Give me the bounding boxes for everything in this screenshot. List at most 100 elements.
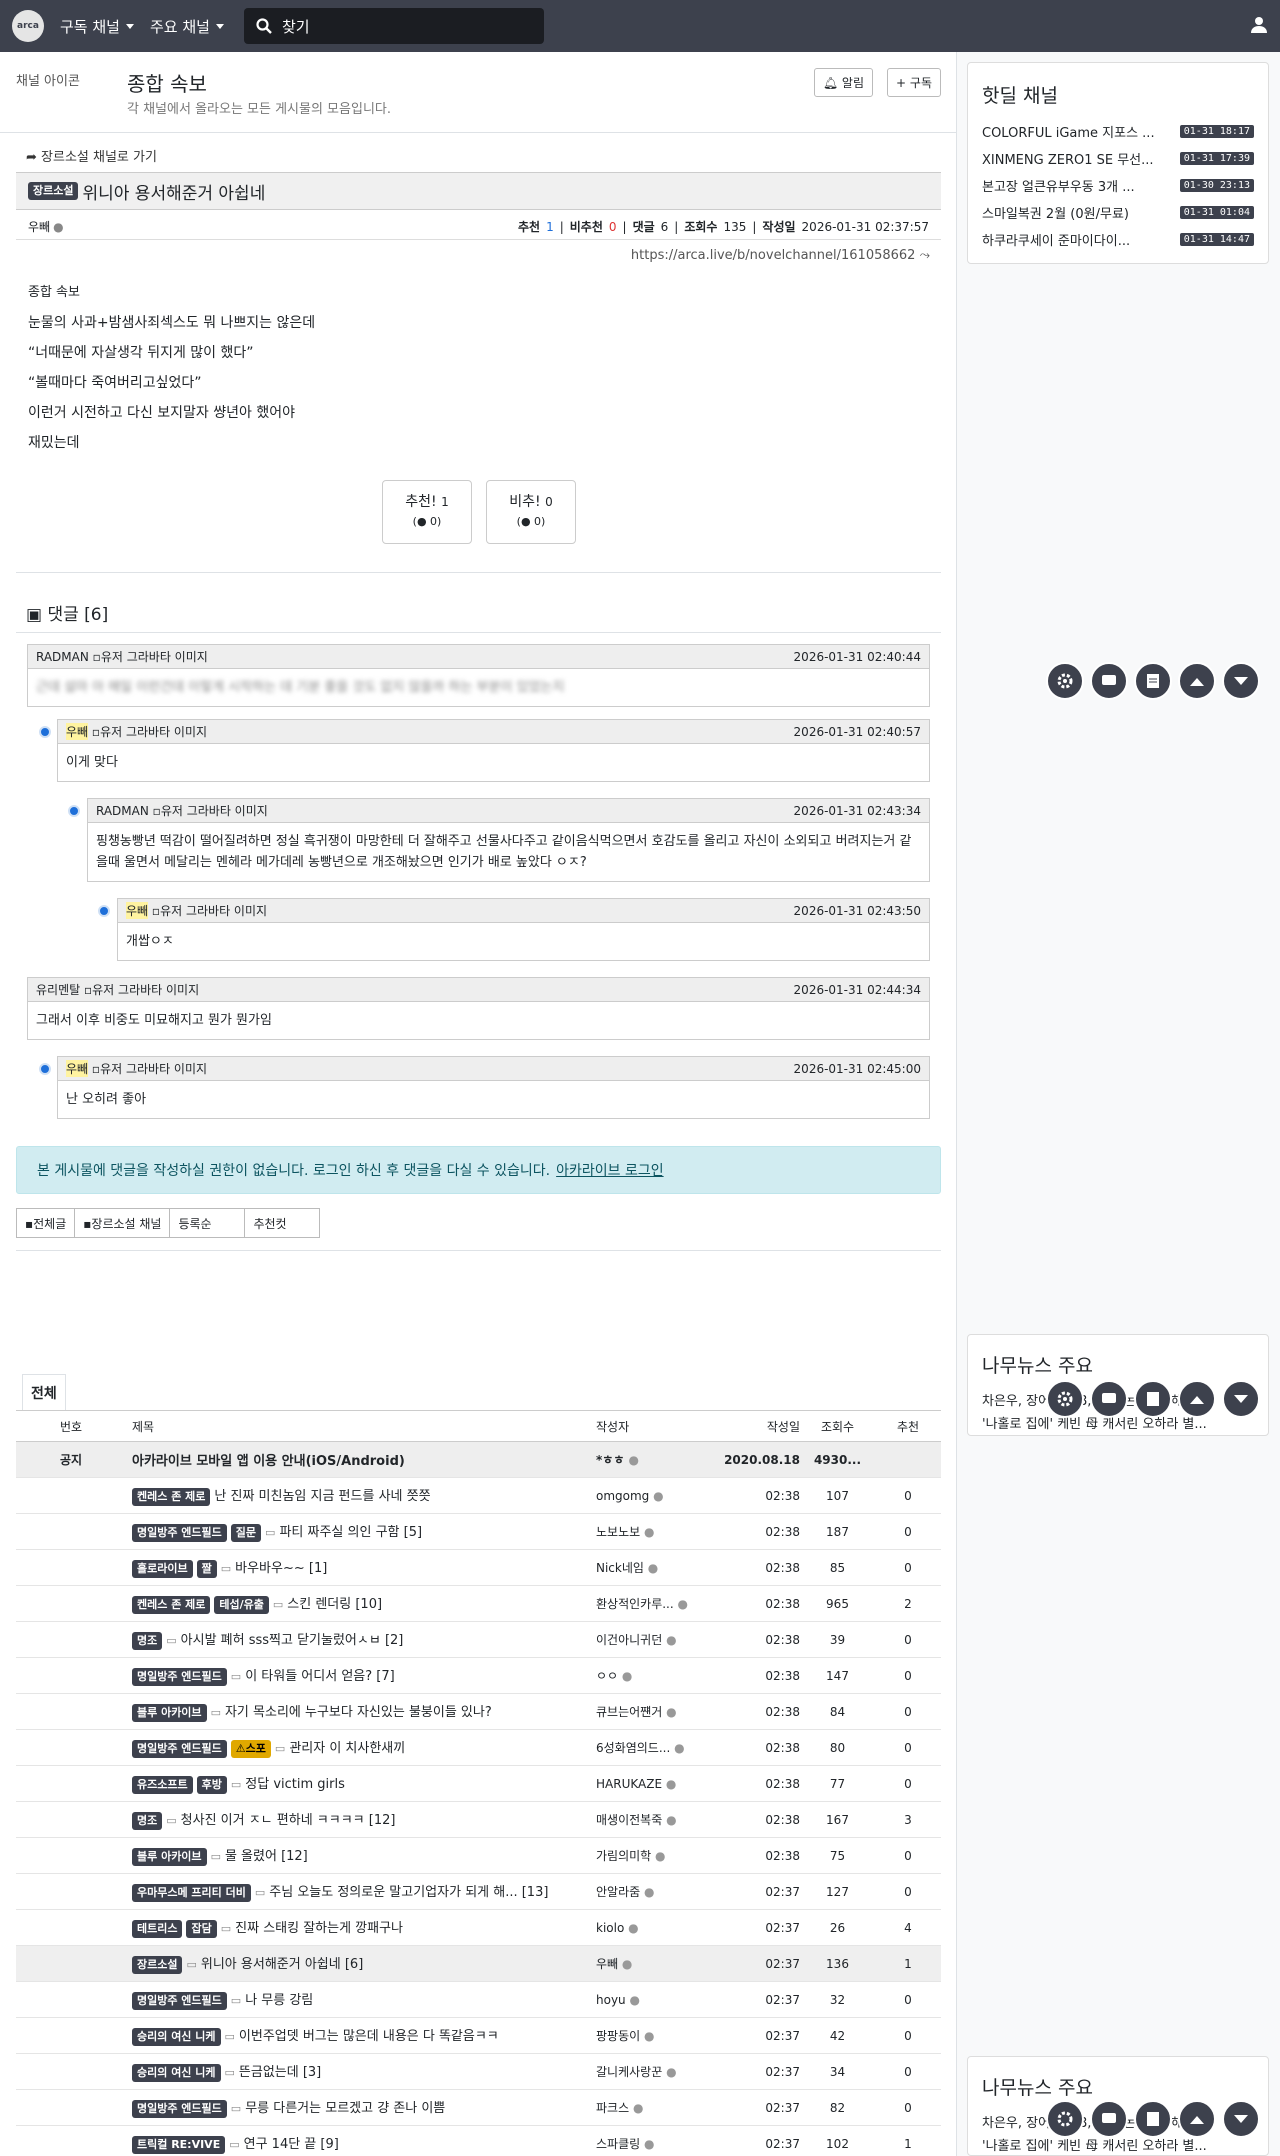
filter-all[interactable]: ▪전체글: [16, 1208, 76, 1238]
filter-channel[interactable]: ▪장르소설 채널: [74, 1208, 171, 1238]
comment-author[interactable]: 우빼: [66, 723, 89, 740]
post-url[interactable]: https://arca.live/b/novelchannel/1610586…: [631, 248, 930, 263]
row-title[interactable]: 우마무스메 프리티 더비 ▭ 주님 오늘도 정의로운 말고기업자가 되게 해... …: [126, 1881, 596, 1902]
row-title[interactable]: 블루 아카이브 ▭ 자기 목소리에 누구보다 자신있는 불붕이들 있나?: [126, 1701, 596, 1722]
row-title[interactable]: 유즈소프트 후방 ▭ 정답 victim girls: [126, 1773, 596, 1794]
hotdeal-item[interactable]: XINMENG ZERO1 SE 무선... 01-31 17:39: [968, 145, 1268, 172]
tab-all[interactable]: 전체: [22, 1374, 66, 1411]
hotdeal-item[interactable]: 스마일복권 2월 (0원/무료) 01-31 01:04: [968, 199, 1268, 226]
post-category-badge[interactable]: 장르소설: [28, 182, 79, 200]
row-title[interactable]: 명조 ▭ 아시발 폐허 sss찍고 닫기눌렀어ㅅㅂ [2]: [126, 1629, 596, 1650]
row-title[interactable]: 아카라이브 모바일 앱 이용 안내(iOS/Android): [126, 1450, 596, 1469]
hotdeal-item[interactable]: 본고장 얼큰유부우동 3개 ... 01-30 23:13: [968, 172, 1268, 199]
category-badge[interactable]: 블루 아카이브: [132, 1704, 207, 1722]
row-title[interactable]: 명일방주 엔드필드 ⚠스포 ▭ 관리자 이 치사한새끼: [126, 1737, 596, 1758]
table-row[interactable]: 블루 아카이브 ▭ 물 올렸어 [12] 가림의미학 ● 02:38 75 0: [16, 1838, 941, 1874]
category-badge[interactable]: 명일방주 엔드필드: [132, 2100, 227, 2118]
table-row[interactable]: 명일방주 엔드필드 질문 ▭ 파티 짜주실 의인 구함 [5] 노보노보 ● 02:38 1…: [16, 1514, 941, 1550]
row-author[interactable]: 가림의미학 ●: [596, 1847, 722, 1864]
scroll-up-icon[interactable]: [1178, 1380, 1216, 1418]
table-row[interactable]: 명일방주 엔드필드 ⚠스포 ▭ 관리자 이 치사한새끼 6성화염의드... ● 02:38…: [16, 1730, 941, 1766]
table-row[interactable]: 트릭컬 RE:VIVE ▭ 연구 14단 끝 [9] 스파클링 ● 02:37 102 1: [16, 2126, 941, 2156]
row-author[interactable]: 이건아니귀던 ●: [596, 1631, 722, 1648]
search-input[interactable]: 찾기: [243, 8, 544, 44]
row-author[interactable]: hoyu ●: [596, 1993, 722, 2007]
category-badge[interactable]: 트릭컬 RE:VIVE: [132, 2136, 226, 2154]
vote-down-button[interactable]: 비추! 0 (● 0): [486, 480, 576, 544]
category-badge[interactable]: 테트리스: [132, 1920, 183, 1938]
row-title[interactable]: 명일방주 엔드필드 ▭ 나 무릉 강림: [126, 1989, 596, 2010]
row-title[interactable]: 블루 아카이브 ▭ 물 올렸어 [12]: [126, 1845, 596, 1866]
category-badge[interactable]: 질문: [230, 1524, 262, 1542]
row-author[interactable]: 우빼 ●: [596, 1955, 722, 1972]
row-author[interactable]: 매생이전복죽 ●: [596, 1811, 722, 1828]
table-row[interactable]: 홀로라이브 짤 ▭ 바우바우~~ [1] Nick네임 ● 02:38 85 0: [16, 1550, 941, 1586]
comments-icon[interactable]: [1090, 1380, 1128, 1418]
table-row[interactable]: 유즈소프트 후방 ▭ 정답 victim girls HARUKAZE ● 02:38 77…: [16, 1766, 941, 1802]
category-badge[interactable]: 홀로라이브: [132, 1560, 193, 1578]
hotdeal-title[interactable]: 핫딜 채널: [968, 63, 1268, 118]
row-title[interactable]: 승리의 여신 니케 ▭ 뜬금없는데 [3]: [126, 2061, 596, 2082]
scroll-up-icon[interactable]: [1178, 662, 1216, 700]
category-badge[interactable]: 명일방주 엔드필드: [132, 1524, 227, 1542]
table-row[interactable]: 켄레스 존 제로 난 진짜 미친놈임 지금 펀드를 사네 쯧쯧 omgomg ● 02…: [16, 1478, 941, 1514]
category-badge[interactable]: 명조: [132, 1632, 163, 1650]
table-row[interactable]: 테트리스 잡담 ▭ 진짜 스태킹 잘하는게 깡패구나 kiolo ● 02:37 26 4: [16, 1910, 941, 1946]
row-title[interactable]: 테트리스 잡담 ▭ 진짜 스태킹 잘하는게 깡패구나: [126, 1917, 596, 1938]
row-title[interactable]: 장르소설 ▭ 위니아 용서해준거 아쉽네 [6]: [126, 1953, 596, 1974]
category-badge[interactable]: 블루 아카이브: [132, 1848, 207, 1866]
comment-author[interactable]: RADMAN: [36, 650, 89, 664]
settings-icon[interactable]: [1046, 662, 1084, 700]
comment-author[interactable]: 유리멘탈: [36, 981, 80, 998]
category-badge[interactable]: 명일방주 엔드필드: [132, 1668, 227, 1686]
alarm-button[interactable]: 🔔︎ 알림: [813, 68, 873, 97]
row-author[interactable]: 노보노보 ●: [596, 1523, 722, 1540]
hotdeal-item[interactable]: COLORFUL iGame 지포스 ... 01-31 18:17: [968, 118, 1268, 145]
row-author[interactable]: 팡팡동이 ●: [596, 2027, 722, 2044]
table-row[interactable]: 공지 아카라이브 모바일 앱 이용 안내(iOS/Android) *ㅎㅎ ● 202…: [16, 1442, 941, 1478]
goto-channel-link[interactable]: ➦ 장르소설 채널로 가기: [26, 146, 157, 165]
channel-title[interactable]: 종합 속보: [127, 68, 207, 97]
category-badge[interactable]: 유즈소프트: [132, 1776, 193, 1794]
table-row[interactable]: 명일방주 엔드필드 ▭ 나 무릉 강림 hoyu ● 02:37 32 0: [16, 1982, 941, 2018]
category-badge[interactable]: 테섭/유출: [214, 1596, 269, 1614]
row-author[interactable]: 환상적인카루... ●: [596, 1595, 722, 1612]
category-badge[interactable]: 켄레스 존 제로: [132, 1488, 211, 1506]
scroll-down-icon[interactable]: [1222, 1380, 1260, 1418]
table-row[interactable]: 명일방주 엔드필드 ▭ 이 타워들 어디서 얻음? [7] ㅇㅇ ● 02:38 147 0: [16, 1658, 941, 1694]
scroll-down-icon[interactable]: [1222, 2100, 1260, 2138]
row-title[interactable]: 명조 ▭ 청사진 이거 ㅈㄴ 편하네 ㅋㅋㅋㅋ [12]: [126, 1809, 596, 1830]
comments-icon[interactable]: [1090, 662, 1128, 700]
category-badge[interactable]: 명일방주 엔드필드: [132, 1740, 227, 1758]
category-badge[interactable]: 승리의 여신 니케: [132, 2028, 221, 2046]
row-author[interactable]: kiolo ●: [596, 1921, 722, 1935]
row-author[interactable]: 갈니케사랑꾼 ●: [596, 2063, 722, 2080]
list-icon[interactable]: [1134, 2100, 1172, 2138]
row-title[interactable]: 켄레스 존 제로 테섭/유출 ▭ 스킨 렌더링 [10]: [126, 1593, 596, 1614]
row-author[interactable]: omgomg ●: [596, 1489, 722, 1503]
login-link[interactable]: 아카라이브 로그인: [556, 1160, 664, 1180]
row-title[interactable]: 명일방주 엔드필드 ▭ 무릉 다른거는 모르겠고 걍 존나 이쁨: [126, 2097, 596, 2118]
vote-up-button[interactable]: 추천! 1 (● 0): [382, 480, 472, 544]
row-author[interactable]: 6성화염의드... ●: [596, 1739, 722, 1756]
comment-author[interactable]: 우빼: [126, 902, 149, 919]
row-author[interactable]: Nick네임 ●: [596, 1559, 722, 1576]
sort-registered[interactable]: 등록순: [169, 1208, 246, 1238]
category-badge[interactable]: 명조: [132, 1812, 163, 1830]
list-icon[interactable]: [1134, 662, 1172, 700]
category-badge[interactable]: 우마무스메 프리티 더비: [132, 1884, 251, 1902]
row-title[interactable]: 트릭컬 RE:VIVE ▭ 연구 14단 끝 [9]: [126, 2133, 596, 2154]
row-title[interactable]: 승리의 여신 니케 ▭ 이번주업뎃 버그는 많은데 내용은 다 똑같음ㅋㅋ: [126, 2025, 596, 2046]
scroll-up-icon[interactable]: [1178, 2100, 1216, 2138]
main-channels-dropdown[interactable]: 주요 채널: [150, 16, 224, 37]
row-author[interactable]: 큐브는어쨴거 ●: [596, 1703, 722, 1720]
category-badge[interactable]: 후방: [196, 1776, 227, 1794]
comment-author[interactable]: RADMAN: [96, 804, 149, 818]
row-author[interactable]: 스파클링 ●: [596, 2135, 722, 2152]
scroll-down-icon[interactable]: [1222, 662, 1260, 700]
row-title[interactable]: 명일방주 엔드필드 ▭ 이 타워들 어디서 얻음? [7]: [126, 1665, 596, 1686]
table-row[interactable]: 명일방주 엔드필드 ▭ 무릉 다른거는 모르겠고 걍 존나 이쁨 파크스 ● 02:37…: [16, 2090, 941, 2126]
row-author[interactable]: ㅇㅇ ●: [596, 1667, 722, 1684]
category-badge[interactable]: 승리의 여신 니케: [132, 2064, 221, 2082]
comments-icon[interactable]: [1090, 2100, 1128, 2138]
